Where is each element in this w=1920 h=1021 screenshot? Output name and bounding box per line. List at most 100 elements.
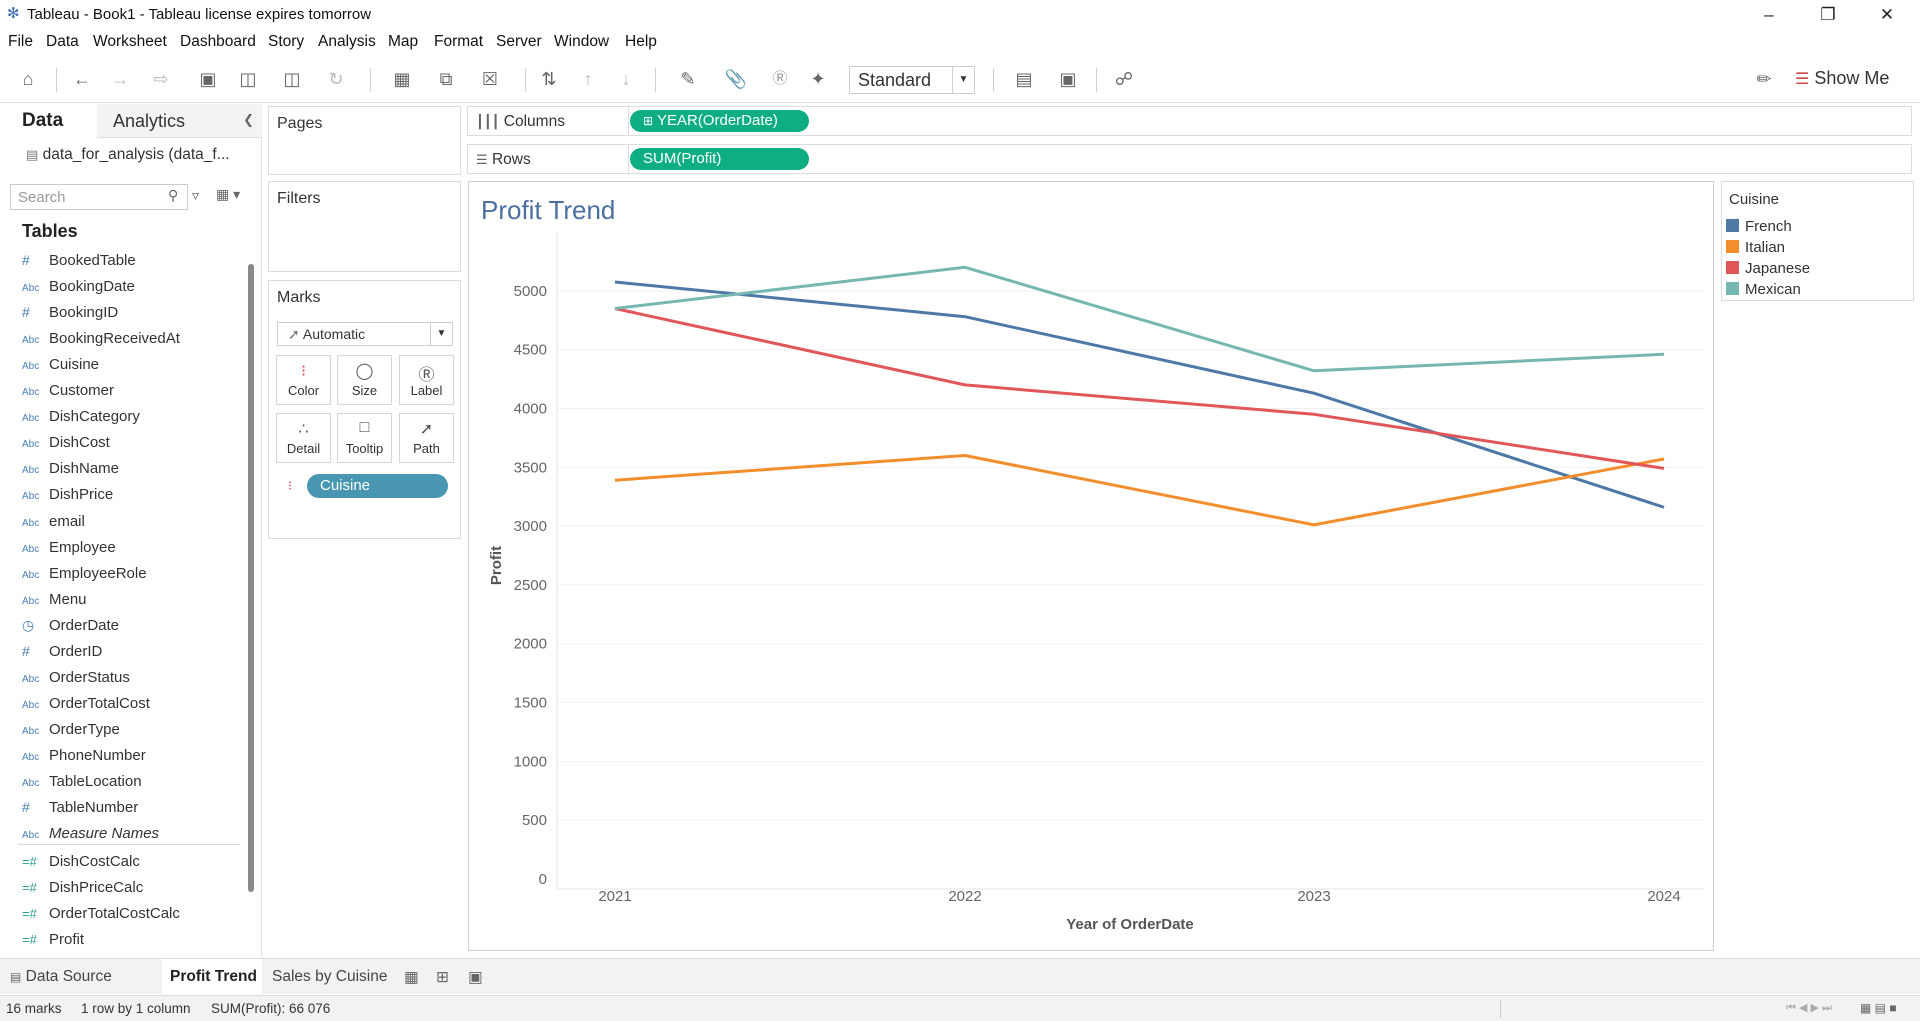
- tab-data-source[interactable]: ▤ Data Source: [10, 959, 160, 994]
- format-painter-icon[interactable]: ✏: [1752, 67, 1776, 91]
- menu-analysis[interactable]: Analysis: [318, 33, 376, 51]
- new-dashboard-tab-icon[interactable]: ⊞: [436, 959, 460, 994]
- home-icon[interactable]: ⌂: [16, 67, 40, 91]
- group-members-icon[interactable]: 📎: [718, 67, 754, 91]
- field-item[interactable]: # OrderID: [22, 643, 102, 667]
- highlight-icon[interactable]: ✎: [670, 67, 706, 91]
- field-item[interactable]: Abc BookingReceivedAt: [22, 330, 180, 354]
- presentation-mode-icon[interactable]: ▣: [1056, 67, 1080, 91]
- new-story-tab-icon[interactable]: ▣: [468, 959, 492, 994]
- field-item[interactable]: Abc Employee: [22, 539, 116, 563]
- redo-icon[interactable]: →: [108, 67, 132, 91]
- field-item[interactable]: Abc OrderTotalCost: [22, 695, 150, 719]
- menu-window[interactable]: Window: [554, 33, 609, 51]
- field-item[interactable]: =# DishPriceCalc: [22, 879, 143, 903]
- field-item[interactable]: # BookingID: [22, 304, 118, 328]
- cuisine-color-pill[interactable]: Cuisine: [307, 474, 448, 498]
- menu-map[interactable]: Map: [388, 33, 418, 51]
- show-cards-icon[interactable]: ▤: [1006, 67, 1042, 91]
- field-item[interactable]: Abc DishCost: [22, 434, 110, 458]
- tab-data[interactable]: Data: [0, 104, 97, 138]
- field-item[interactable]: Abc BookingDate: [22, 278, 135, 302]
- field-item[interactable]: Abc OrderType: [22, 721, 120, 745]
- search-input[interactable]: Search: [10, 184, 188, 210]
- menu-format[interactable]: Format: [434, 33, 483, 51]
- refresh-icon[interactable]: ↻: [318, 67, 354, 91]
- legend-item-mexican[interactable]: Mexican: [1726, 281, 1906, 301]
- field-item[interactable]: =# Profit: [22, 931, 84, 955]
- tab-analytics[interactable]: Analytics: [113, 111, 185, 132]
- undo-icon[interactable]: ←: [70, 67, 94, 91]
- field-item[interactable]: Abc email: [22, 513, 85, 537]
- path-button[interactable]: ➚ Path: [399, 413, 454, 463]
- new-datasource-icon[interactable]: ◫: [236, 67, 260, 91]
- size-button[interactable]: ◯ Size: [337, 355, 392, 405]
- sum-profit-pill[interactable]: SUM(Profit): [630, 148, 809, 170]
- sheet-navigation-icons[interactable]: ⏮ ◀ ▶ ⏭: [1786, 1001, 1832, 1015]
- minimize-button[interactable]: –: [1740, 0, 1798, 29]
- view-mode-icons[interactable]: ▦ ▤ ■: [1860, 1001, 1897, 1015]
- field-item[interactable]: Abc DishPrice: [22, 486, 113, 510]
- show-me-button[interactable]: ☰ Show Me: [1795, 68, 1889, 89]
- field-item[interactable]: # BookedTable: [22, 252, 136, 276]
- collapse-pane-icon[interactable]: ❮: [243, 112, 254, 128]
- legend-item-french[interactable]: French: [1726, 218, 1906, 238]
- field-item[interactable]: ◷ OrderDate: [22, 617, 119, 641]
- new-worksheet-icon[interactable]: ▦: [384, 67, 420, 91]
- viz-area[interactable]: Profit Trend 0 500 1000 1500 2000 2500 3000 350…: [468, 181, 1714, 951]
- field-item[interactable]: Abc EmployeeRole: [22, 565, 147, 589]
- field-item[interactable]: Abc OrderStatus: [22, 669, 130, 693]
- year-orderdate-pill[interactable]: ⊞ YEAR(OrderDate): [630, 110, 809, 132]
- label-button[interactable]: Ⓡ Label: [399, 355, 454, 405]
- field-item[interactable]: Abc DishCategory: [22, 408, 140, 432]
- color-button[interactable]: ⁝ Color: [276, 355, 331, 405]
- swap-rows-columns-icon[interactable]: ⇅: [537, 67, 561, 91]
- sort-ascending-icon[interactable]: ↑: [576, 67, 600, 91]
- field-item[interactable]: # TableNumber: [22, 799, 138, 823]
- menu-file[interactable]: File: [8, 33, 33, 51]
- field-item[interactable]: Abc Cuisine: [22, 356, 99, 380]
- tooltip-button[interactable]: □ Tooltip: [337, 413, 392, 463]
- filter-icon[interactable]: ▿: [192, 187, 199, 204]
- menu-dashboard[interactable]: Dashboard: [180, 33, 256, 51]
- rows-shelf[interactable]: ☰ Rows SUM(Profit): [467, 144, 1912, 174]
- pages-card[interactable]: Pages: [268, 106, 461, 175]
- close-button[interactable]: ✕: [1858, 0, 1916, 29]
- tab-profit-trend[interactable]: Profit Trend: [162, 959, 262, 994]
- field-item[interactable]: Abc TableLocation: [22, 773, 142, 797]
- show-mark-labels-icon[interactable]: Ⓡ: [768, 67, 792, 91]
- detail-button[interactable]: ∴ Detail: [276, 413, 331, 463]
- pause-updates-icon[interactable]: ◫: [274, 67, 310, 91]
- menu-data[interactable]: Data: [46, 33, 79, 51]
- field-item[interactable]: Abc Measure Names: [22, 825, 159, 849]
- restore-button[interactable]: ❐: [1799, 0, 1857, 29]
- duplicate-sheet-icon[interactable]: ⧉: [434, 67, 458, 91]
- field-scrollbar-thumb[interactable]: [248, 264, 254, 892]
- filters-card[interactable]: Filters: [268, 181, 461, 272]
- redirect-icon[interactable]: ⇨: [146, 67, 176, 91]
- field-item[interactable]: =# OrderTotalCostCalc: [22, 905, 180, 929]
- tab-sales-by-cuisine[interactable]: Sales by Cuisine: [268, 959, 398, 994]
- field-item[interactable]: Abc Menu: [22, 591, 87, 615]
- clear-sheet-icon[interactable]: ☒: [472, 67, 508, 91]
- fit-dropdown[interactable]: Standard ▼: [849, 66, 975, 94]
- menu-help[interactable]: Help: [625, 33, 657, 51]
- field-item[interactable]: =# DishCostCalc: [22, 853, 140, 877]
- legend-item-italian[interactable]: Italian: [1726, 239, 1906, 259]
- share-icon[interactable]: ☍: [1112, 67, 1136, 91]
- menu-story[interactable]: Story: [268, 33, 304, 51]
- new-worksheet-tab-icon[interactable]: ▦: [404, 959, 428, 994]
- line-chart[interactable]: 0 500 1000 1500 2000 2500 3000 3500 4000 4500 5000…: [469, 182, 1713, 950]
- menu-server[interactable]: Server: [496, 33, 542, 51]
- sort-descending-icon[interactable]: ↓: [614, 67, 638, 91]
- fix-axes-icon[interactable]: ✦: [806, 67, 830, 91]
- legend-item-japanese[interactable]: Japanese: [1726, 260, 1906, 280]
- field-item[interactable]: Abc DishName: [22, 460, 119, 484]
- field-item[interactable]: Abc PhoneNumber: [22, 747, 146, 771]
- field-item[interactable]: Abc Customer: [22, 382, 114, 406]
- menu-worksheet[interactable]: Worksheet: [93, 33, 167, 51]
- datasource-item[interactable]: ▤ data_for_analysis (data_f...: [26, 146, 230, 164]
- view-options-icon[interactable]: ▦ ▾: [216, 186, 240, 203]
- mark-type-dropdown[interactable]: ➚ Automatic ▼: [277, 322, 453, 346]
- columns-shelf[interactable]: ┃┃┃ Columns ⊞ YEAR(OrderDate): [467, 106, 1912, 136]
